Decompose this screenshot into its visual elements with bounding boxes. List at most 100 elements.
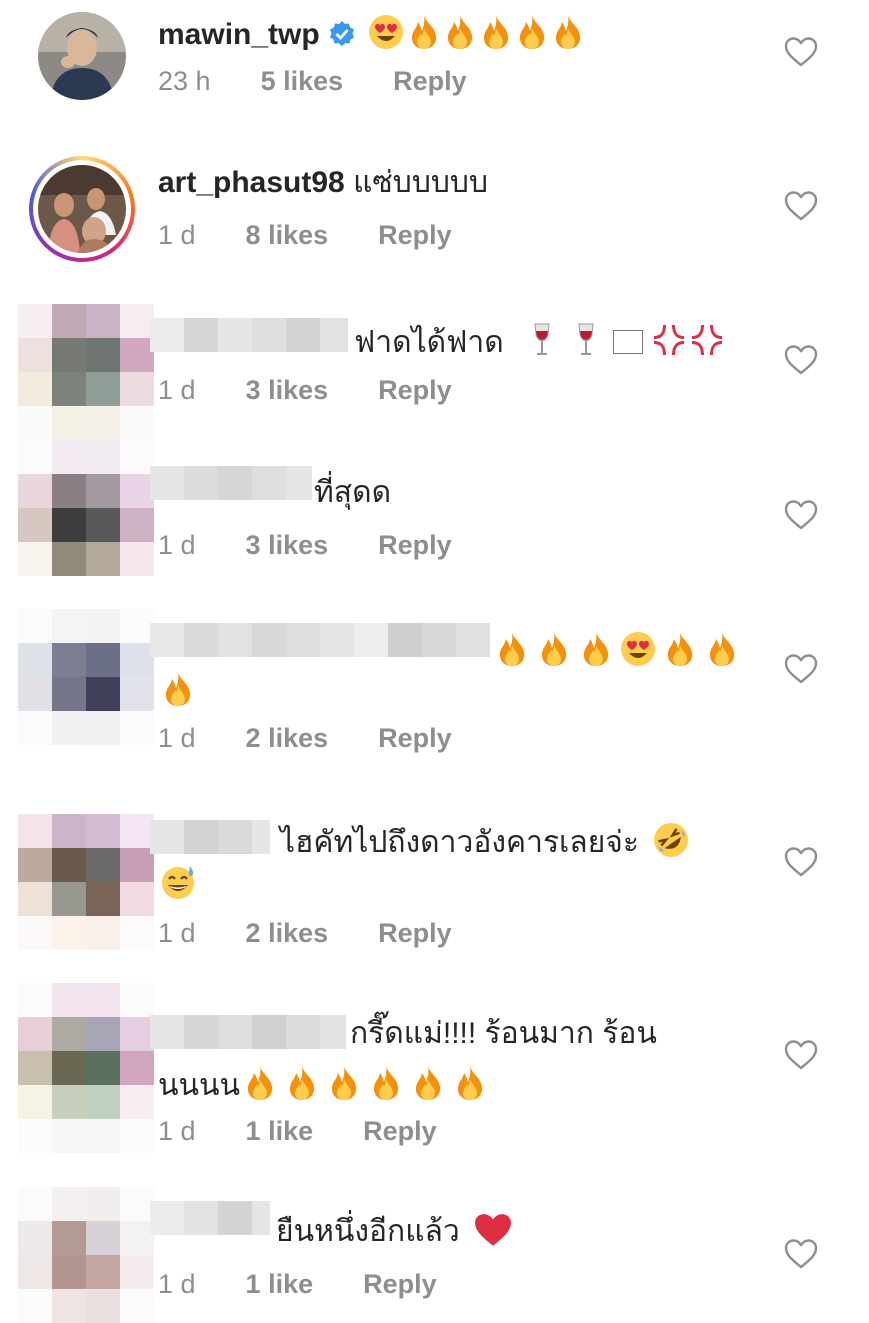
comment-text: ฟาดได้ฟาด xyxy=(354,326,504,359)
reply-button[interactable]: Reply xyxy=(378,220,452,250)
fire-emoji xyxy=(706,631,738,667)
comment-text-line: mawin_twp xyxy=(158,14,584,52)
comment-username[interactable]: art_phasut98 xyxy=(158,166,345,199)
likes-count[interactable]: 2 likes xyxy=(246,723,329,753)
comment-username[interactable]: mawin_twp xyxy=(158,18,320,51)
comment-text: แซ่บบบบบ xyxy=(353,166,489,199)
like-heart-icon[interactable] xyxy=(784,653,818,685)
comment-text-line: ที่สุดด xyxy=(314,476,391,510)
emoji-group xyxy=(364,14,584,52)
comment-item: art_phasut98 แซ่บบบบบ 1 d 8 likes Reply xyxy=(0,150,869,280)
comment-text-line: ไฮคัทไปถึงดาวอังคารเลยจ่ะ xyxy=(280,822,689,860)
avatar-pixelated[interactable] xyxy=(18,440,154,576)
fire-emoji xyxy=(580,631,612,667)
comment-text-line-2 xyxy=(158,864,196,902)
fire-emoji xyxy=(370,1065,402,1101)
avatar xyxy=(38,165,126,253)
fire-emoji xyxy=(408,14,440,50)
reply-button[interactable]: Reply xyxy=(378,530,452,560)
comment-text-line: ฟาดได้ฟาด xyxy=(354,322,725,360)
heart-eyes-emoji xyxy=(620,631,656,667)
likes-count[interactable]: 2 likes xyxy=(246,918,329,948)
reply-button[interactable]: Reply xyxy=(363,1116,437,1146)
like-heart-icon[interactable] xyxy=(784,1238,818,1270)
reply-button[interactable]: Reply xyxy=(363,1269,437,1299)
fire-emoji xyxy=(444,14,476,50)
fire-emoji xyxy=(552,14,584,50)
comment-item: ที่สุดด 1 d 3 likes Reply xyxy=(0,440,869,590)
reply-button[interactable]: Reply xyxy=(378,723,452,753)
avatar-pixelated[interactable] xyxy=(18,983,154,1153)
like-heart-icon[interactable] xyxy=(784,846,818,878)
avatar-pixelated[interactable] xyxy=(18,814,154,950)
likes-count[interactable]: 1 like xyxy=(246,1116,314,1146)
comment-meta: 1 d 1 like Reply xyxy=(158,1269,437,1299)
fire-emoji xyxy=(286,1065,318,1101)
like-heart-icon[interactable] xyxy=(784,1039,818,1071)
likes-count[interactable]: 5 likes xyxy=(261,66,344,96)
comment-text-line: art_phasut98 แซ่บบบบบ xyxy=(158,166,488,200)
comment-time: 1 d xyxy=(158,375,196,405)
sweat-smile-emoji xyxy=(160,864,196,900)
heart-eyes-emoji xyxy=(368,14,404,50)
like-heart-icon[interactable] xyxy=(784,499,818,531)
comment-item: mawin_twp 23 h 5 likes Reply xyxy=(0,0,869,120)
comment-meta: 1 d 3 likes Reply xyxy=(158,530,452,560)
comment-meta: 1 d 2 likes Reply xyxy=(158,723,452,753)
likes-count[interactable]: 3 likes xyxy=(246,375,329,405)
fire-emoji xyxy=(538,631,570,667)
avatar-pixelated[interactable] xyxy=(18,609,154,745)
unknown-glyph xyxy=(612,330,643,354)
comment-item: ไฮคัทไปถึงดาวอังคารเลยจ่ะ 1 d 2 likes Repl… xyxy=(0,810,869,960)
avatar-pixelated[interactable] xyxy=(18,304,154,440)
fire-emoji xyxy=(664,631,696,667)
rolling-laughing-emoji xyxy=(653,822,689,858)
likes-count[interactable]: 3 likes xyxy=(246,530,329,560)
comment-text-line-2 xyxy=(158,671,194,709)
blurred-username xyxy=(150,820,270,854)
comment-text: กรี๊ดแม่!!!! ร้อนมาก ร้อน xyxy=(350,1017,657,1050)
comment-item: 1 d 2 likes Reply xyxy=(0,605,869,775)
comment-meta: 1 d 8 likes Reply xyxy=(158,220,452,250)
like-heart-icon[interactable] xyxy=(784,190,818,222)
red-heart-emoji xyxy=(474,1213,512,1247)
story-ring[interactable] xyxy=(29,156,135,262)
fire-emoji xyxy=(516,14,548,50)
fire-emoji xyxy=(496,631,528,667)
anger-emoji xyxy=(689,322,725,358)
fire-emoji xyxy=(162,671,194,707)
comment-time: 1 d xyxy=(158,530,196,560)
blurred-username xyxy=(150,1015,346,1049)
comment-text-line xyxy=(492,631,738,669)
reply-button[interactable]: Reply xyxy=(378,918,452,948)
comment-time: 1 d xyxy=(158,918,196,948)
likes-count[interactable]: 8 likes xyxy=(246,220,329,250)
comment-meta: 1 d 1 like Reply xyxy=(158,1116,437,1146)
comment-meta: 1 d 3 likes Reply xyxy=(158,375,452,405)
comment-time: 1 d xyxy=(158,1269,196,1299)
reply-button[interactable]: Reply xyxy=(393,66,467,96)
comment-text-line: กรี๊ดแม่!!!! ร้อนมาก ร้อน xyxy=(350,1017,657,1051)
likes-count[interactable]: 1 like xyxy=(246,1269,314,1299)
fire-emoji xyxy=(480,14,512,50)
fire-emoji xyxy=(412,1065,444,1101)
comment-text-line-2: นนนน xyxy=(158,1065,486,1103)
comment-time: 1 d xyxy=(158,723,196,753)
reply-button[interactable]: Reply xyxy=(378,375,452,405)
avatar[interactable] xyxy=(38,12,126,100)
comment-time: 1 d xyxy=(158,1116,196,1146)
comment-meta: 1 d 2 likes Reply xyxy=(158,918,452,948)
blurred-username xyxy=(150,318,348,352)
avatar-pixelated[interactable] xyxy=(18,1187,154,1323)
blurred-username xyxy=(150,1201,270,1235)
like-heart-icon[interactable] xyxy=(784,344,818,376)
comment-item: ยืนหนึ่งอีกแล้ว 1 d 1 like Reply xyxy=(0,1185,869,1323)
blurred-username xyxy=(150,466,312,500)
comment-time: 23 h xyxy=(158,66,211,96)
blurred-username xyxy=(150,623,490,657)
fire-emoji xyxy=(328,1065,360,1101)
comment-text-line: ยืนหนึ่งอีกแล้ว xyxy=(276,1213,512,1249)
like-heart-icon[interactable] xyxy=(784,36,818,68)
comment-text-continued: นนนน xyxy=(158,1069,241,1102)
comment-item: กรี๊ดแม่!!!! ร้อนมาก ร้อน นนนน 1 d 1 like… xyxy=(0,983,869,1163)
